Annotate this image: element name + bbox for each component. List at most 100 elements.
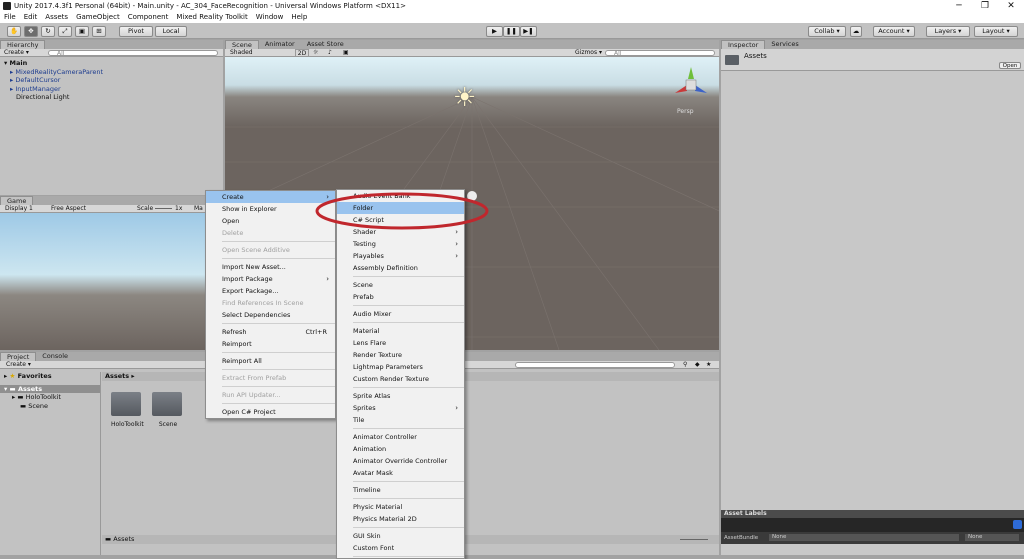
assetbundle-variant-dropdown[interactable]: None	[965, 534, 1019, 541]
menu-file[interactable]: File	[0, 12, 20, 23]
create-menu-item-material[interactable]: Material	[337, 325, 464, 337]
project-create-button[interactable]: Create ▾	[6, 361, 31, 369]
account-dropdown[interactable]: Account ▾	[873, 26, 915, 37]
create-menu-item-animator-override-controller[interactable]: Animator Override Controller	[337, 455, 464, 467]
create-menu-item-playables[interactable]: Playables ›	[337, 250, 464, 262]
tab-console[interactable]: Console	[36, 352, 74, 361]
create-menu-item-sprite-atlas[interactable]: Sprite Atlas	[337, 390, 464, 402]
scale-tool-icon[interactable]: ⤢	[58, 26, 72, 37]
create-menu-item-audio-mixer[interactable]: Audio Mixer	[337, 308, 464, 320]
create-menu-item-avatar-mask[interactable]: Avatar Mask	[337, 467, 464, 479]
list-item[interactable]: ▬ Scene	[0, 402, 100, 411]
rect-tool-icon[interactable]: ▣	[75, 26, 89, 37]
create-menu-item-custom-font[interactable]: Custom Font	[337, 542, 464, 554]
hierarchy-search-input[interactable]: All	[48, 50, 218, 57]
context-menu-item-refresh[interactable]: Refresh Ctrl+R	[206, 326, 335, 338]
scene-search-input[interactable]: All	[605, 50, 715, 57]
create-menu-item-prefab[interactable]: Prefab	[337, 291, 464, 303]
folder-tile[interactable]: Scene	[152, 392, 184, 428]
context-menu-item-find-references-in-scene[interactable]: Find References In Scene	[206, 297, 335, 309]
list-item[interactable]: ▸ MixedRealityCameraParent	[4, 68, 223, 77]
rotate-tool-icon[interactable]: ↻	[41, 26, 55, 37]
game-viewport[interactable]	[0, 213, 223, 350]
favorite-icon[interactable]: ★	[706, 361, 711, 369]
effects-toggle-icon[interactable]: ▣	[343, 49, 349, 57]
cloud-icon[interactable]: ☁	[850, 26, 862, 37]
aspect-dropdown[interactable]: Free Aspect	[51, 205, 86, 213]
assetbundle-dropdown[interactable]: None	[769, 534, 959, 541]
context-menu-item-run-api-updater[interactable]: Run API Updater...	[206, 389, 335, 401]
layers-dropdown[interactable]: Layers ▾	[926, 26, 970, 37]
create-menu-item-scene[interactable]: Scene	[337, 279, 464, 291]
tab-inspector[interactable]: Inspector	[721, 40, 766, 49]
scene-orientation-gizmo-icon[interactable]	[671, 65, 711, 105]
menu-window[interactable]: Window	[252, 12, 288, 23]
favorites-row[interactable]: ▸ ★ Favorites	[0, 372, 100, 381]
list-item[interactable]: ▸ DefaultCursor	[4, 76, 223, 85]
create-menu-item-assembly-definition[interactable]: Assembly Definition	[337, 262, 464, 274]
create-menu-item-lens-flare[interactable]: Lens Flare	[337, 337, 464, 349]
context-menu-item-open-scene-additive[interactable]: Open Scene Additive	[206, 244, 335, 256]
scale-slider[interactable]	[155, 208, 172, 209]
context-menu-item-import-package[interactable]: Import Package ›	[206, 273, 335, 285]
list-item[interactable]: Directional Light	[4, 93, 223, 102]
tab-services[interactable]: Services	[765, 40, 804, 49]
menu-mixed-reality-toolkit[interactable]: Mixed Reality Toolkit	[172, 12, 251, 23]
create-menu-item-gui-skin[interactable]: GUI Skin	[337, 530, 464, 542]
context-menu-item-export-package[interactable]: Export Package...	[206, 285, 335, 297]
pivot-toggle[interactable]: Pivot	[119, 26, 153, 37]
directional-light-icon[interactable]: ☀	[453, 85, 476, 111]
menu-assets[interactable]: Assets	[41, 12, 72, 23]
context-menu-item-reimport-all[interactable]: Reimport All	[206, 355, 335, 367]
minimize-button[interactable]: ─	[946, 0, 972, 12]
step-button[interactable]: ▶❚	[520, 26, 537, 37]
list-item[interactable]: ▸ InputManager	[4, 85, 223, 94]
shading-mode-dropdown[interactable]: Shaded	[230, 49, 253, 57]
create-menu-item-physics-material-2d[interactable]: Physics Material 2D	[337, 513, 464, 525]
tab-asset-store[interactable]: Asset Store	[301, 40, 350, 49]
tab-scene[interactable]: Scene	[225, 40, 259, 49]
tab-game[interactable]: Game	[0, 196, 34, 205]
create-menu-item-lightmap-parameters[interactable]: Lightmap Parameters	[337, 361, 464, 373]
filter-type-icon[interactable]: ⚲	[683, 361, 687, 369]
label-tag-icon[interactable]	[1013, 520, 1022, 529]
menu-edit[interactable]: Edit	[20, 12, 42, 23]
context-menu-item-extract-from-prefab[interactable]: Extract From Prefab	[206, 372, 335, 384]
project-search-input[interactable]	[515, 362, 675, 368]
menu-component[interactable]: Component	[124, 12, 173, 23]
transform-tool-icon[interactable]: ⊞	[92, 26, 106, 37]
maximize-button[interactable]: ❐	[972, 0, 998, 12]
create-menu-item-sprites[interactable]: Sprites ›	[337, 402, 464, 414]
hand-tool-icon[interactable]: ✋	[7, 26, 21, 37]
display-dropdown[interactable]: Display 1	[5, 205, 33, 213]
create-menu-item-timeline[interactable]: Timeline	[337, 484, 464, 496]
create-menu-item-render-texture[interactable]: Render Texture	[337, 349, 464, 361]
list-item[interactable]: ▸ ▬ HoloToolkit	[0, 393, 100, 402]
local-toggle[interactable]: Local	[155, 26, 187, 37]
assets-root-row[interactable]: ▾ ▬ Assets	[0, 384, 100, 393]
menu-help[interactable]: Help	[287, 12, 311, 23]
create-menu-item-animator-controller[interactable]: Animator Controller	[337, 431, 464, 443]
context-menu-item-open-c-project[interactable]: Open C# Project	[206, 406, 335, 418]
folder-tile[interactable]: HoloToolkit	[111, 392, 144, 428]
gizmos-dropdown[interactable]: Gizmos ▾	[575, 49, 602, 57]
tab-project[interactable]: Project	[0, 352, 37, 361]
create-menu-item-tile[interactable]: Tile	[337, 414, 464, 426]
filter-label-icon[interactable]: ◆	[695, 361, 700, 369]
tab-animator[interactable]: Animator	[259, 40, 301, 49]
scene-row[interactable]: ▾ Main	[4, 59, 223, 68]
context-menu-item-select-dependencies[interactable]: Select Dependencies	[206, 309, 335, 321]
layout-dropdown[interactable]: Layout ▾	[974, 26, 1018, 37]
create-menu-item-testing[interactable]: Testing ›	[337, 238, 464, 250]
open-button[interactable]: Open	[999, 62, 1021, 69]
lighting-toggle-icon[interactable]: ☼	[313, 49, 318, 57]
menu-gameobject[interactable]: GameObject	[72, 12, 124, 23]
play-button[interactable]: ▶	[486, 26, 503, 37]
audio-toggle-icon[interactable]: ♪	[328, 49, 332, 57]
create-menu-item-physic-material[interactable]: Physic Material	[337, 501, 464, 513]
maximize-on-play-toggle[interactable]: Ma	[194, 205, 203, 213]
create-menu-item-animation[interactable]: Animation	[337, 443, 464, 455]
create-menu-item-custom-render-texture[interactable]: Custom Render Texture	[337, 373, 464, 385]
icon-size-slider[interactable]	[680, 539, 708, 540]
hierarchy-create-button[interactable]: Create ▾	[4, 49, 29, 57]
